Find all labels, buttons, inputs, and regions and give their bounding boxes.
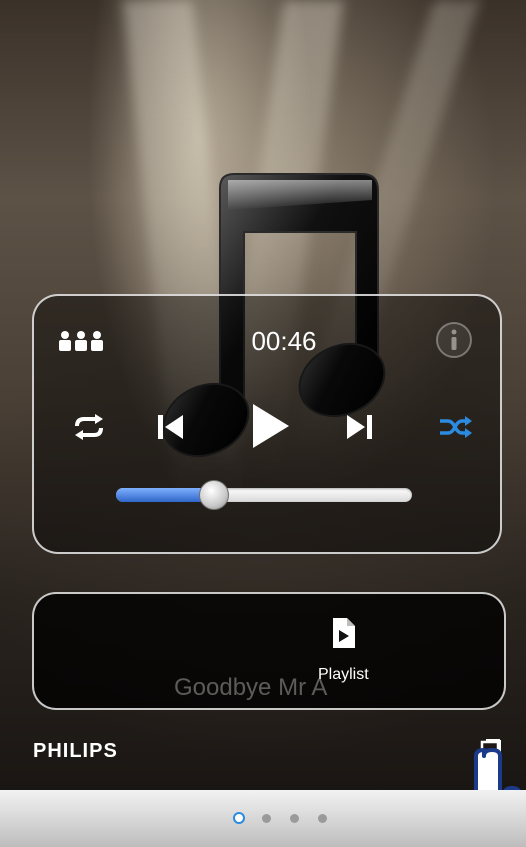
playlist-file-icon[interactable]: [330, 614, 358, 652]
elapsed-time: 00:46: [251, 326, 317, 356]
repeat-icon[interactable]: [68, 410, 110, 444]
play-icon[interactable]: [242, 396, 298, 456]
page-dot-2[interactable]: [262, 814, 271, 823]
brand-logo: PHILIPS: [33, 740, 118, 762]
playlist-label[interactable]: Playlist: [318, 666, 369, 684]
people-group-icon[interactable]: [56, 326, 106, 356]
now-playing-panel[interactable]: Goodbye Mr A Playlist: [32, 592, 506, 710]
page-dot-3[interactable]: [290, 814, 299, 823]
seek-slider[interactable]: [116, 480, 412, 510]
hand-pointer-icon: [474, 748, 521, 790]
shuffle-icon[interactable]: [434, 410, 476, 444]
app-screen: 00:46 Goodbye Mr A Playlist PHILIPS: [0, 0, 526, 790]
next-track-icon[interactable]: [340, 408, 380, 446]
song-title: Goodbye Mr A: [174, 674, 328, 701]
page-dot-4[interactable]: [318, 814, 327, 823]
player-controls-panel: 00:46: [32, 294, 502, 554]
info-icon[interactable]: [434, 320, 474, 360]
seek-handle[interactable]: [199, 480, 229, 510]
previous-track-icon[interactable]: [150, 408, 190, 446]
page-indicator-bar: [0, 790, 526, 847]
page-dot-1[interactable]: [233, 812, 245, 824]
